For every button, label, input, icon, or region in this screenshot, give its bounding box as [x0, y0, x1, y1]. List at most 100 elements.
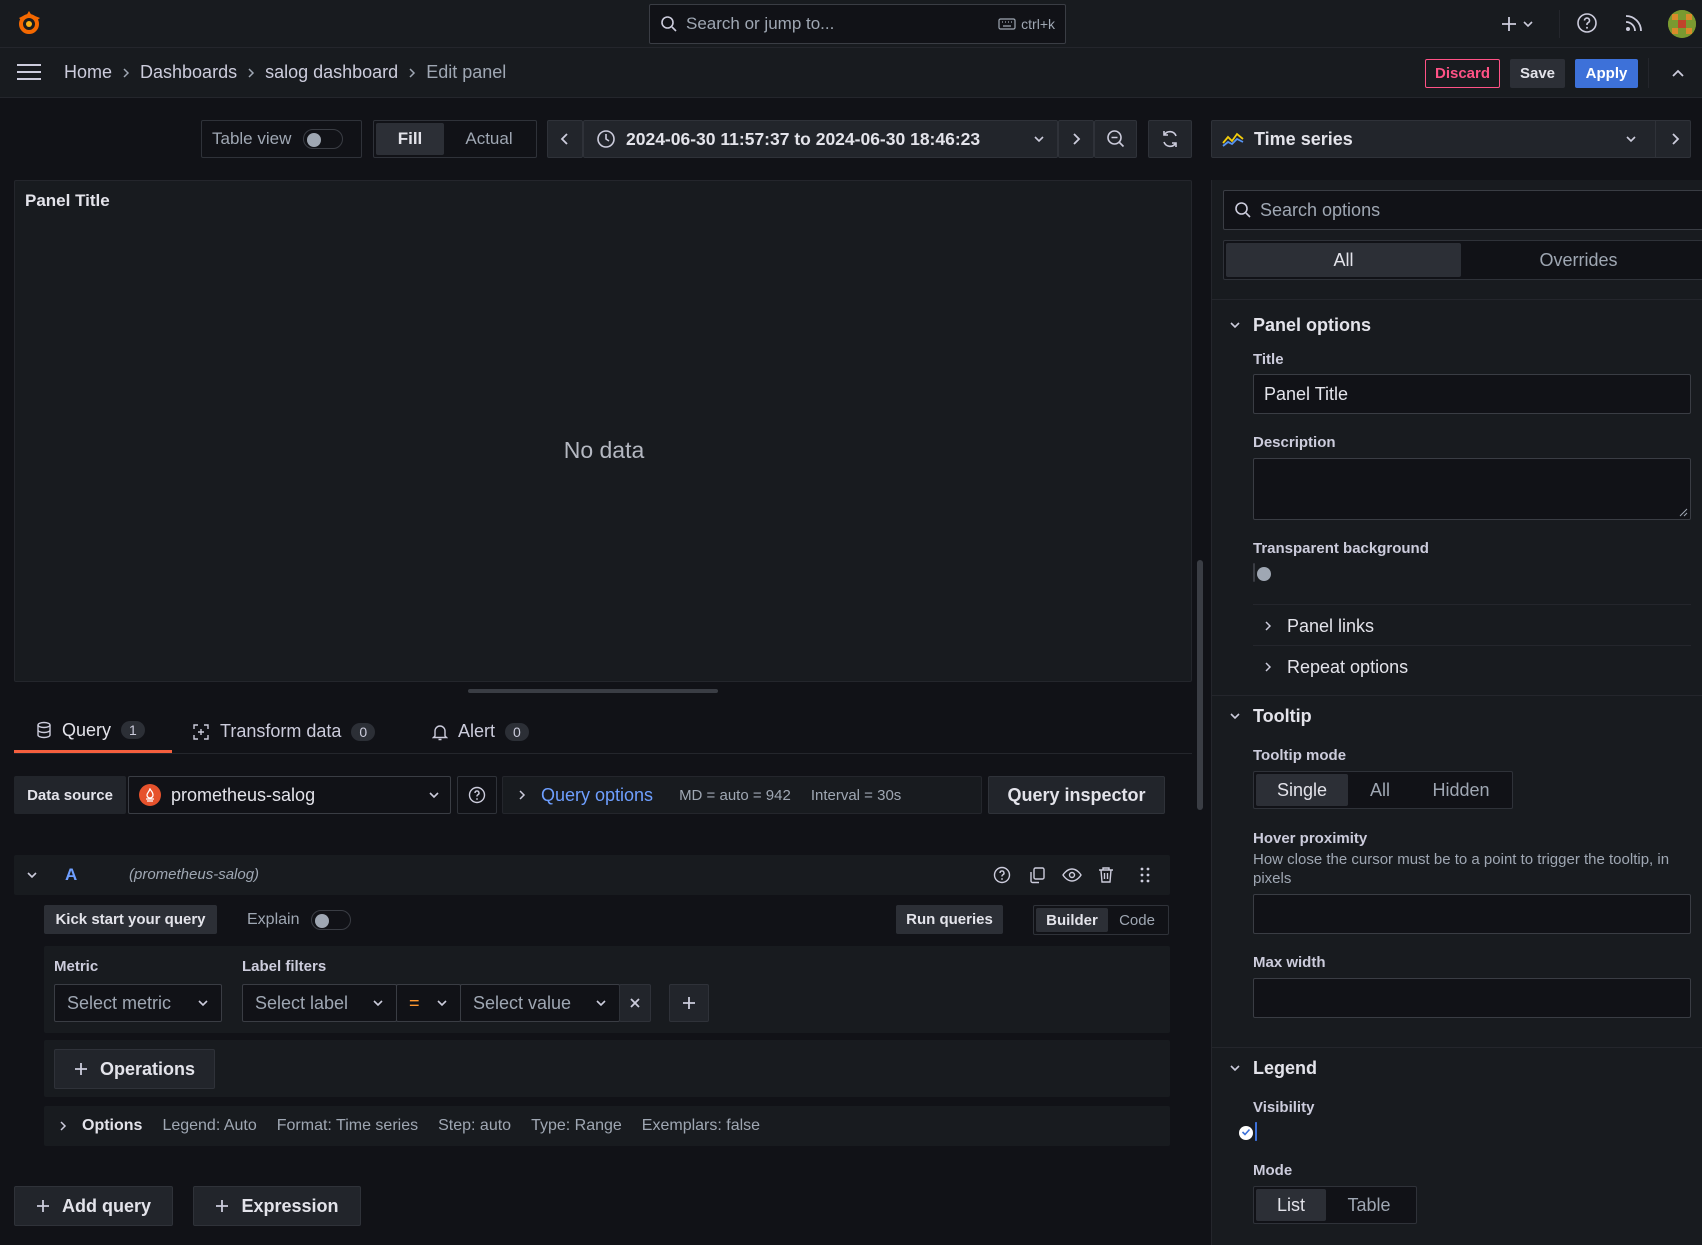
chevron-right-icon: [58, 1120, 68, 1132]
prometheus-icon: [139, 784, 161, 806]
repeat-options-section[interactable]: Repeat options: [1263, 652, 1408, 682]
query-inspector-button[interactable]: Query inspector: [988, 776, 1165, 814]
tab-alert[interactable]: Alert 0: [432, 710, 529, 753]
clock-icon: [596, 129, 616, 149]
trash-icon[interactable]: [1098, 866, 1114, 884]
time-range-picker[interactable]: 2024-06-30 11:57:37 to 2024-06-30 18:46:…: [583, 120, 1058, 158]
visualization-picker[interactable]: Time series: [1211, 120, 1691, 158]
help-icon[interactable]: [1576, 12, 1598, 34]
transparent-bg-switch[interactable]: [1253, 563, 1255, 582]
operations-button[interactable]: Operations: [54, 1049, 215, 1089]
metric-label: Metric: [54, 958, 99, 975]
pane-resize-handle[interactable]: [468, 689, 718, 693]
query-row-a: A (prometheus-salog): [14, 855, 1170, 895]
query-pane-scrollbar[interactable]: [1197, 560, 1203, 810]
hover-proximity-description: How close the cursor must be to a point …: [1253, 851, 1670, 887]
query-options-bar[interactable]: Query options MD = auto = 942 Interval =…: [502, 776, 982, 814]
datasource-picker[interactable]: prometheus-salog: [128, 776, 451, 814]
breadcrumb-dashboard[interactable]: salog dashboard: [265, 62, 398, 83]
chevron-up-icon[interactable]: [1670, 65, 1686, 81]
news-rss-icon[interactable]: [1624, 13, 1644, 33]
panel-links-section[interactable]: Panel links: [1263, 611, 1374, 641]
time-shift-back-button[interactable]: [547, 120, 583, 158]
label-select[interactable]: Select label: [242, 984, 397, 1022]
options-pane: Search options All Overrides Panel optio…: [1211, 180, 1702, 1245]
code-option[interactable]: Code: [1108, 908, 1166, 932]
datasource-help-button[interactable]: [457, 776, 497, 814]
hamburger-menu-icon[interactable]: [16, 62, 42, 82]
table-view-switch[interactable]: [303, 129, 344, 149]
save-button[interactable]: Save: [1510, 59, 1565, 88]
tooltip-mode-switch: Single All Hidden: [1253, 771, 1513, 809]
panel-options-header[interactable]: Panel options: [1229, 310, 1371, 340]
tab-transform-count: 0: [351, 722, 376, 741]
apply-button[interactable]: Apply: [1575, 59, 1638, 88]
remove-filter-button[interactable]: [619, 984, 651, 1022]
breadcrumb-home[interactable]: Home: [64, 62, 112, 83]
chevron-right-icon[interactable]: [1670, 132, 1680, 146]
database-icon: [36, 721, 52, 739]
metric-select[interactable]: Select metric: [54, 984, 222, 1022]
panel-title[interactable]: Panel Title: [25, 191, 110, 211]
actual-option[interactable]: Actual: [444, 123, 534, 155]
value-select[interactable]: Select value: [460, 984, 620, 1022]
copy-icon[interactable]: [1028, 866, 1046, 884]
legend-visibility-switch[interactable]: [1241, 1122, 1257, 1141]
query-options-link[interactable]: Query options: [541, 785, 653, 806]
legend-header[interactable]: Legend: [1229, 1053, 1317, 1083]
add-query-button[interactable]: Add query: [14, 1186, 173, 1226]
help-icon[interactable]: [993, 866, 1011, 884]
user-avatar[interactable]: [1668, 10, 1696, 38]
refresh-button[interactable]: [1148, 120, 1192, 158]
run-queries-button[interactable]: Run queries: [896, 905, 1003, 934]
eye-icon[interactable]: [1062, 866, 1082, 884]
hover-proximity-input[interactable]: [1253, 894, 1691, 934]
title-input[interactable]: Panel Title: [1253, 374, 1691, 414]
query-builder-block: Metric Select metric Label filters Selec…: [44, 946, 1170, 1033]
legend-mode-list[interactable]: List: [1256, 1189, 1326, 1221]
fill-option[interactable]: Fill: [376, 123, 444, 155]
chevron-right-icon: [1070, 132, 1082, 146]
chevron-down-icon: [1033, 133, 1045, 145]
query-ref-id[interactable]: A: [65, 865, 77, 885]
table-view-toggle[interactable]: Table view: [201, 120, 362, 158]
new-menu-button[interactable]: [1500, 12, 1534, 36]
search-bar[interactable]: Search or jump to... ctrl+k: [649, 4, 1066, 44]
transform-icon: [192, 723, 210, 741]
table-view-label: Table view: [212, 129, 292, 148]
collapse-chevron-icon[interactable]: [26, 869, 38, 881]
add-filter-button[interactable]: [669, 984, 709, 1022]
tab-query-count: 1: [121, 721, 145, 739]
kick-start-button[interactable]: Kick start your query: [44, 905, 217, 934]
operations-block: Operations: [44, 1040, 1170, 1097]
tab-all-options[interactable]: All: [1226, 243, 1461, 277]
time-shift-forward-button[interactable]: [1058, 120, 1094, 158]
drag-handle-icon[interactable]: [1139, 866, 1151, 884]
tab-overrides[interactable]: Overrides: [1461, 243, 1696, 277]
description-textarea[interactable]: [1253, 458, 1691, 520]
query-options-summary[interactable]: Options Legend: Auto Format: Time series…: [44, 1106, 1170, 1146]
resize-grip-icon: [1679, 508, 1688, 517]
chevron-down-icon: [595, 997, 607, 1009]
discard-button[interactable]: Discard: [1425, 59, 1500, 88]
explain-switch[interactable]: [311, 909, 352, 930]
tooltip-mode-all[interactable]: All: [1348, 774, 1412, 806]
add-query-label: Add query: [61, 1195, 151, 1216]
tab-transform[interactable]: Transform data 0: [192, 710, 376, 753]
tooltip-header[interactable]: Tooltip: [1229, 701, 1312, 731]
grafana-logo-icon[interactable]: [14, 8, 44, 38]
tooltip-mode-hidden[interactable]: Hidden: [1412, 774, 1510, 806]
tab-query[interactable]: Query 1: [14, 710, 172, 753]
builder-option[interactable]: Builder: [1036, 908, 1108, 932]
legend-mode-table[interactable]: Table: [1326, 1189, 1412, 1221]
search-placeholder: Search or jump to...: [686, 14, 835, 33]
zoom-out-button[interactable]: [1094, 120, 1137, 158]
breadcrumb-dashboards[interactable]: Dashboards: [140, 62, 237, 83]
options-step: Step: auto: [438, 1117, 512, 1134]
tooltip-mode-single[interactable]: Single: [1256, 774, 1348, 806]
top-bar: Search or jump to... ctrl+k: [0, 0, 1702, 48]
max-width-input[interactable]: [1253, 978, 1691, 1018]
operator-select[interactable]: =: [396, 984, 461, 1022]
options-search[interactable]: Search options: [1223, 190, 1702, 230]
expression-button[interactable]: Expression: [193, 1186, 361, 1226]
